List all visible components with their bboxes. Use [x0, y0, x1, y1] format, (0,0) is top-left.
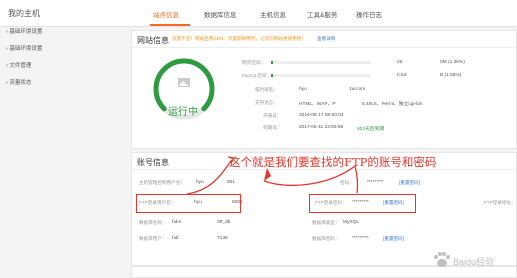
paw-icon [434, 252, 450, 267]
annotation-arrows [186, 156, 359, 195]
annotation-text: 这个就是我们要查找的FTP的账号和密码 [229, 155, 437, 169]
watermark-text: Baidu经验 [453, 257, 495, 267]
